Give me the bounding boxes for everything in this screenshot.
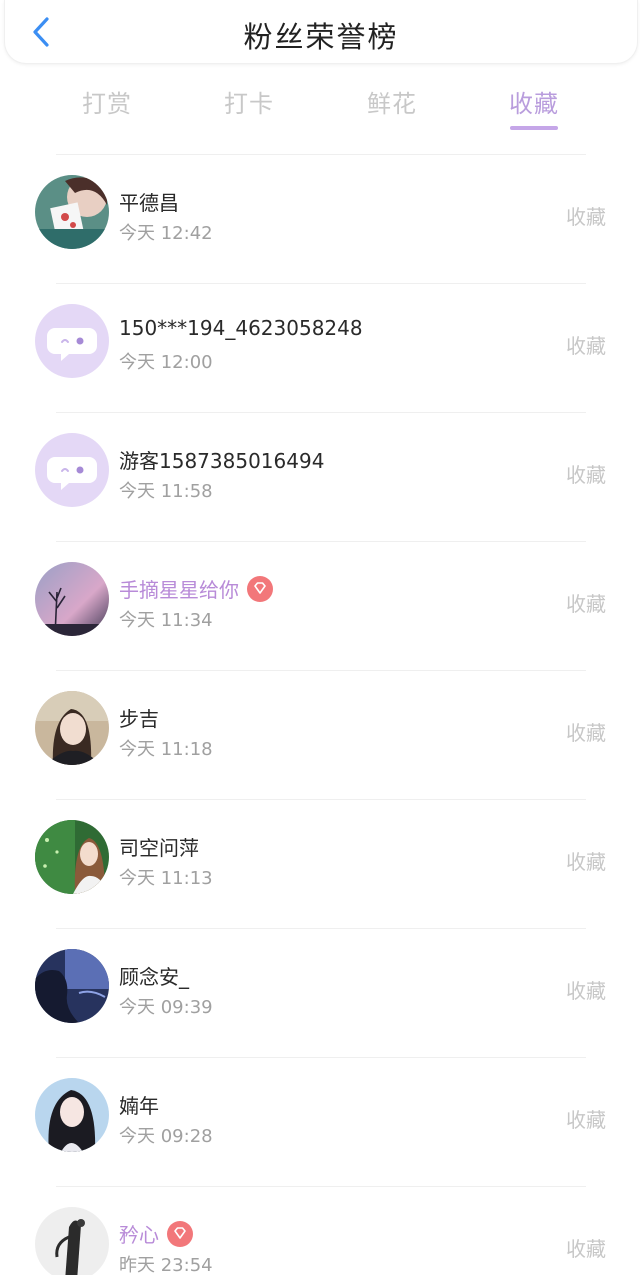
fan-name: 司空问萍: [119, 836, 199, 860]
list-item[interactable]: 150***194_4623058248 今天 12:00 收藏: [0, 284, 640, 412]
list-item[interactable]: 游客1587385016494 今天 11:58 收藏: [0, 413, 640, 541]
diamond-badge-icon: [167, 1221, 193, 1247]
tab-checkin[interactable]: 打卡: [199, 84, 299, 119]
action-label[interactable]: 收藏: [566, 717, 606, 746]
action-label[interactable]: 收藏: [566, 330, 606, 359]
tab-reward[interactable]: 打赏: [57, 84, 157, 119]
avatar[interactable]: [35, 949, 109, 1023]
action-label[interactable]: 收藏: [566, 588, 606, 617]
action-label[interactable]: 收藏: [566, 459, 606, 488]
fan-list: 平德昌 今天 12:42 收藏 150***194_4623058248 今天 …: [0, 154, 640, 1275]
fan-name: 手摘星星给你: [119, 574, 273, 603]
tab-favorites-label: 收藏: [509, 90, 559, 118]
page-title: 粉丝荣誉榜: [243, 20, 399, 54]
list-item[interactable]: 手摘星星给你 今天 11:34 收藏: [0, 542, 640, 670]
action-label[interactable]: 收藏: [566, 975, 606, 1004]
tab-bar: 打赏 打卡 鲜花 收藏: [0, 84, 640, 140]
action-label[interactable]: 收藏: [566, 201, 606, 230]
default-chat-avatar-icon: [35, 433, 109, 507]
avatar[interactable]: [35, 304, 109, 378]
avatar[interactable]: [35, 691, 109, 765]
action-label[interactable]: 收藏: [566, 846, 606, 875]
list-item[interactable]: 平德昌 今天 12:42 收藏: [0, 155, 640, 283]
default-chat-avatar-icon: [35, 304, 109, 378]
list-item[interactable]: 步吉 今天 11:18 收藏: [0, 671, 640, 799]
active-tab-indicator: [510, 126, 558, 130]
list-item[interactable]: 婻年 今天 09:28 收藏: [0, 1058, 640, 1186]
list-item[interactable]: 司空问萍 今天 11:13 收藏: [0, 800, 640, 928]
fan-time: 今天 11:13: [119, 868, 213, 889]
fan-time: 昨天 23:54: [119, 1255, 213, 1275]
top-bar: 粉丝荣誉榜: [4, 0, 638, 64]
tab-flowers[interactable]: 鲜花: [342, 84, 442, 119]
fan-name: 矜心: [119, 1219, 193, 1248]
avatar[interactable]: [35, 562, 109, 636]
action-label[interactable]: 收藏: [566, 1104, 606, 1133]
fan-time: 今天 11:34: [119, 610, 213, 631]
fan-time: 今天 12:42: [119, 223, 213, 244]
fan-name: 婻年: [119, 1094, 159, 1118]
fan-name: 150***194_4623058248: [119, 316, 363, 340]
fan-name: 游客1587385016494: [119, 449, 325, 473]
fan-name: 顾念安_: [119, 965, 189, 989]
fan-time: 今天 11:58: [119, 481, 213, 502]
avatar[interactable]: [35, 820, 109, 894]
avatar[interactable]: [35, 1207, 109, 1275]
list-item[interactable]: 矜心 昨天 23:54 收藏: [0, 1187, 640, 1275]
fan-time: 今天 09:28: [119, 1126, 213, 1147]
avatar[interactable]: [35, 175, 109, 249]
tab-favorites[interactable]: 收藏: [484, 84, 584, 130]
fan-name-text: 手摘星星给你: [119, 578, 239, 602]
fan-time: 今天 12:00: [119, 352, 213, 373]
avatar[interactable]: [35, 433, 109, 507]
list-item[interactable]: 顾念安_ 今天 09:39 收藏: [0, 929, 640, 1057]
fan-time: 今天 11:18: [119, 739, 213, 760]
fan-name: 平德昌: [119, 191, 179, 215]
avatar[interactable]: [35, 1078, 109, 1152]
action-label[interactable]: 收藏: [566, 1233, 606, 1262]
fan-time: 今天 09:39: [119, 997, 213, 1018]
fan-name: 步吉: [119, 707, 159, 731]
fan-name-text: 矜心: [119, 1223, 159, 1247]
page: 粉丝荣誉榜 打赏 打卡 鲜花 收藏 平德昌 今天 12:42 收藏 150***…: [0, 0, 640, 1275]
diamond-badge-icon: [247, 576, 273, 602]
